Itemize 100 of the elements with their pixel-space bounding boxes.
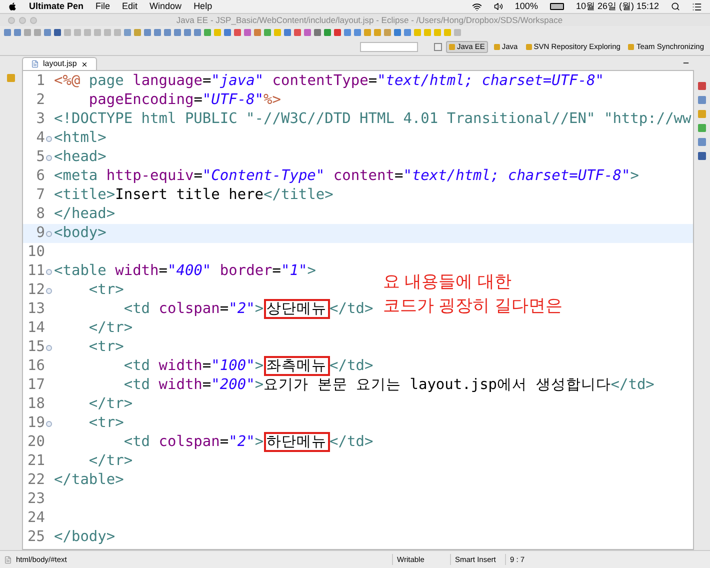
open-perspective-icon[interactable] [434, 43, 442, 51]
annotation-text: 요 내용들에 대한 [383, 271, 512, 293]
code-token: "java" [211, 73, 264, 89]
code-token: <tr> [88, 282, 124, 298]
battery-icon[interactable] [550, 3, 564, 10]
annotation-text: 코드가 굉장히 길다면은 [383, 295, 562, 317]
code-token: > [254, 377, 264, 393]
apple-logo-icon[interactable] [8, 2, 17, 11]
editor-tab[interactable]: layout.jsp [22, 57, 97, 70]
line-number: 11 [26, 262, 45, 281]
code-token: = [394, 168, 404, 184]
code-token: <%@ [54, 73, 80, 89]
fold-icon[interactable] [46, 154, 52, 160]
file-icon [4, 556, 12, 564]
line-number: 25 [26, 528, 45, 547]
line-number: 8 [35, 205, 45, 224]
volume-icon[interactable] [494, 2, 503, 11]
code-token: 요기가 본문 요기는 layout.jsp에서 생성합니다 [264, 377, 611, 393]
view-icon[interactable] [7, 74, 15, 82]
perspective-icon [448, 44, 455, 50]
search-icon[interactable] [671, 2, 680, 11]
line-number: 15 [26, 338, 45, 357]
code-token: <td [122, 358, 150, 374]
code-token: Insert title here [115, 187, 264, 203]
fold-icon[interactable] [46, 420, 52, 426]
code-token: "2" [228, 301, 255, 317]
code-token: <td [122, 301, 150, 317]
code-token: </td> [610, 377, 654, 393]
fold-icon[interactable] [46, 136, 52, 142]
code-token: border [218, 263, 272, 279]
code-token: <title> [54, 187, 116, 203]
quick-access-field[interactable] [360, 42, 418, 52]
code-token: <td [122, 434, 150, 450]
window-title: Java EE - JSP_Basic/WebContent/include/layout.jsp - Eclipse - /Users/Hong/Dropbox/SDS/Workspace [176, 14, 563, 26]
app-name[interactable]: Ultimate Pen [29, 0, 84, 14]
perspective-icon [526, 44, 532, 50]
code-token: = [194, 92, 202, 108]
code-token: </table> [54, 472, 124, 488]
fold-icon[interactable] [46, 288, 52, 294]
code-token: <tr> [88, 339, 124, 355]
line-number: 23 [26, 490, 45, 509]
code-token: <td [122, 377, 150, 393]
code-token: </title> [264, 187, 334, 203]
tab-label: layout.jsp [43, 58, 77, 70]
code-token: </td> [330, 434, 374, 450]
code-token: = [220, 301, 229, 317]
line-number: 22 [26, 471, 45, 490]
code-token: <body> [54, 225, 106, 241]
code-token: width [158, 358, 202, 374]
boxed-code-text: 상단메뉴 [264, 299, 330, 319]
code-token: </tr> [88, 320, 133, 336]
code-token: = [368, 73, 378, 89]
menu-item[interactable]: Edit [122, 0, 138, 14]
battery-percent: 100% [514, 0, 538, 13]
code-token: "2" [228, 434, 255, 450]
code-token: = [220, 434, 229, 450]
code-token: pageEncoding [88, 92, 194, 108]
code-token: <head> [54, 149, 106, 165]
menu-item[interactable]: File [96, 0, 110, 14]
code-token: colspan [158, 434, 220, 450]
wifi-icon[interactable] [472, 2, 482, 12]
code-token: "UTF-8" [202, 92, 264, 108]
fold-icon[interactable] [46, 268, 52, 274]
menu-item[interactable]: Help [194, 0, 212, 14]
code-token: > [630, 168, 639, 184]
line-number: 13 [26, 300, 45, 319]
code-token: <tr> [88, 415, 124, 431]
fold-icon[interactable] [46, 230, 52, 236]
line-number: 24 [26, 509, 45, 528]
code-token: = [202, 73, 212, 89]
code-token: = [202, 358, 212, 374]
code-token: = [158, 263, 168, 279]
line-number: 20 [26, 433, 45, 452]
boxed-code-text: 하단메뉴 [264, 432, 330, 452]
line-number: 2 [35, 91, 45, 110]
code-token: > [254, 434, 264, 450]
line-number: 18 [26, 395, 45, 414]
code-token: width [114, 263, 159, 279]
fold-icon[interactable] [46, 344, 52, 350]
code-token: page [88, 73, 124, 89]
line-number: 4 [35, 129, 45, 148]
menu-item[interactable]: Window [150, 0, 182, 14]
list-icon[interactable] [692, 2, 702, 12]
code-token: <table [54, 263, 106, 279]
code-token: content [332, 168, 394, 184]
code-token: > [307, 263, 316, 279]
code-token: <meta [54, 168, 98, 184]
boxed-code-text: 좌측메뉴 [264, 356, 330, 376]
perspective-icon [494, 44, 500, 50]
line-number: 19 [26, 414, 45, 433]
close-icon[interactable] [80, 60, 88, 68]
code-token: <html> [54, 130, 106, 146]
code-token: > [254, 358, 264, 374]
code-token: http-equiv [105, 168, 194, 184]
clock[interactable]: 10월 26일 (월) 15:12 [576, 0, 659, 14]
line-number: 16 [26, 357, 45, 376]
code-token: </body> [54, 529, 116, 545]
code-token: "200" [211, 377, 255, 393]
line-number: 12 [26, 281, 45, 300]
perspective-icon [628, 44, 634, 50]
